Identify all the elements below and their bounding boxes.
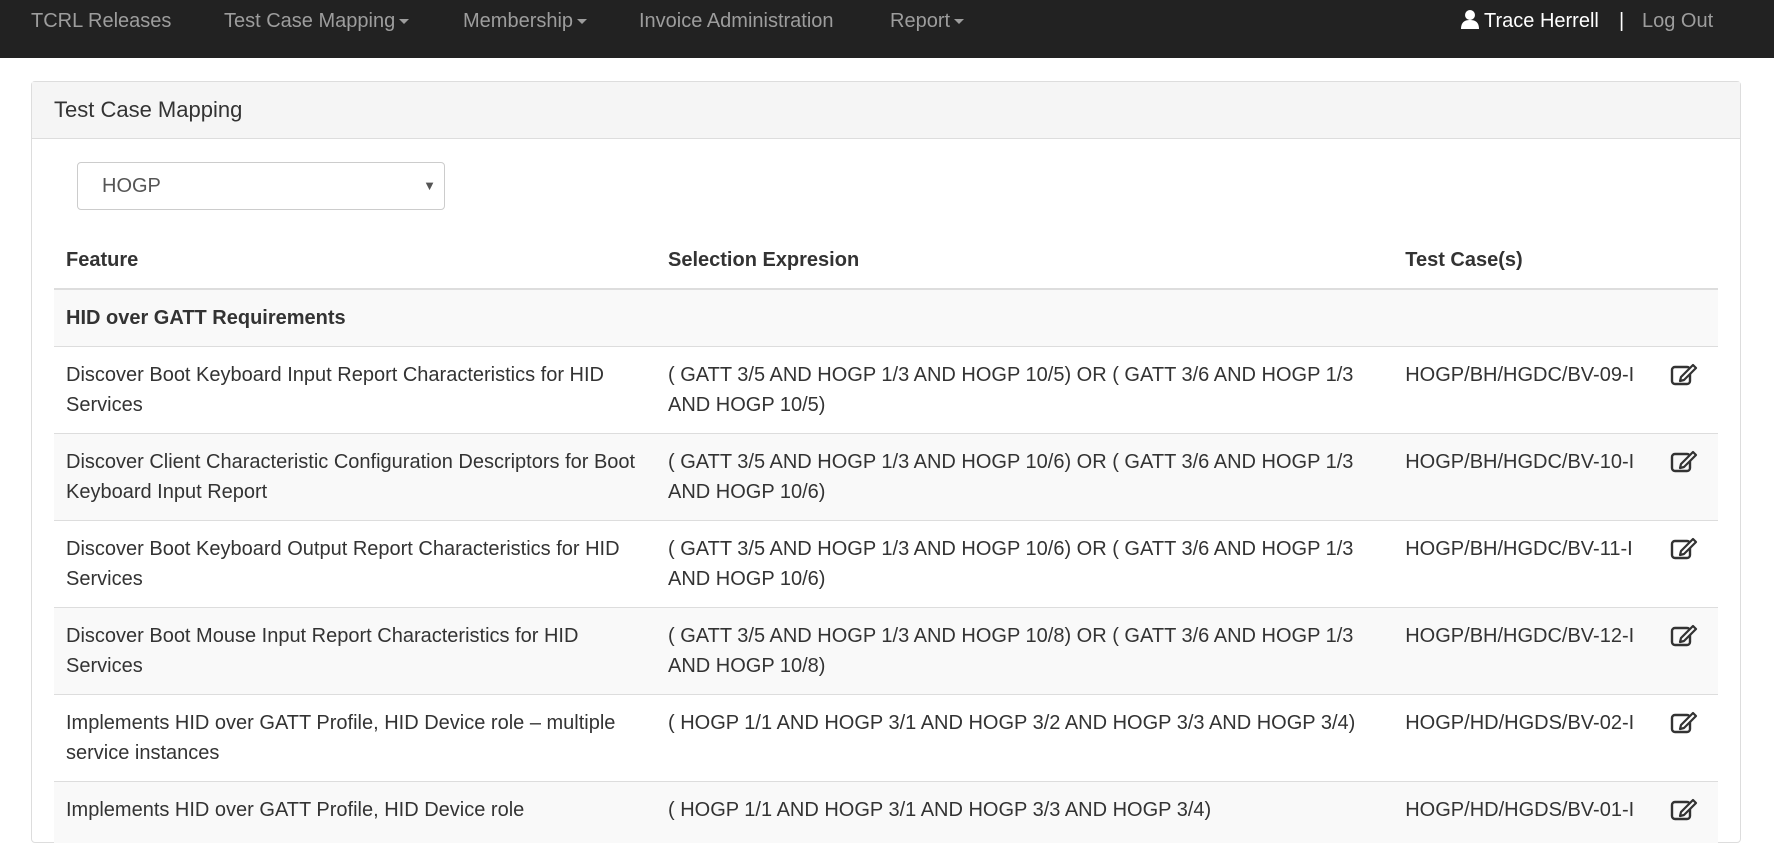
table-row: Implements HID over GATT Profile, HID De… [54, 695, 1718, 782]
expression-cell: ( GATT 3/5 AND HOGP 1/3 AND HOGP 10/8) O… [656, 608, 1393, 695]
test-case-cell: HOGP/BH/HGDC/BV-10-I [1393, 434, 1649, 521]
test-case-cell: HOGP/HD/HGDS/BV-02-I [1393, 695, 1649, 782]
action-cell [1649, 608, 1718, 695]
caret-down-icon [954, 19, 964, 24]
feature-cell: Implements HID over GATT Profile, HID De… [54, 782, 656, 843]
table-row: Discover Boot Keyboard Input Report Char… [54, 347, 1718, 434]
edit-icon[interactable] [1670, 623, 1698, 647]
table-row: Discover Boot Keyboard Output Report Cha… [54, 521, 1718, 608]
panel-title: Test Case Mapping [32, 82, 1740, 139]
expression-cell: ( GATT 3/5 AND HOGP 1/3 AND HOGP 10/5) O… [656, 347, 1393, 434]
mapping-table: Feature Selection Expresion Test Case(s)… [54, 232, 1718, 843]
edit-icon[interactable] [1670, 449, 1698, 473]
profile-select[interactable]: HOGP ▼ [77, 162, 445, 210]
action-cell [1649, 695, 1718, 782]
edit-icon[interactable] [1670, 710, 1698, 734]
nav-test-case-mapping[interactable]: Test Case Mapping [224, 0, 409, 42]
current-user[interactable]: Trace Herrell [1460, 0, 1599, 42]
feature-cell: Discover Client Characteristic Configura… [54, 434, 656, 521]
group-label: HID over GATT Requirements [54, 289, 1718, 347]
logout-link[interactable]: Log Out [1642, 0, 1713, 42]
feature-cell: Discover Boot Keyboard Output Report Cha… [54, 521, 656, 608]
test-case-cell: HOGP/BH/HGDC/BV-12-I [1393, 608, 1649, 695]
table-row: Discover Boot Mouse Input Report Charact… [54, 608, 1718, 695]
user-icon [1460, 9, 1480, 29]
header-feature: Feature [54, 232, 656, 289]
nav-separator: | [1619, 0, 1624, 42]
edit-icon[interactable] [1670, 362, 1698, 386]
nav-report[interactable]: Report [890, 0, 964, 42]
action-cell [1649, 347, 1718, 434]
mapping-panel: Test Case Mapping HOGP ▼ Feature Selecti… [31, 81, 1741, 843]
action-cell [1649, 434, 1718, 521]
test-case-cell: HOGP/BH/HGDC/BV-09-I [1393, 347, 1649, 434]
header-selection-expression: Selection Expresion [656, 232, 1393, 289]
feature-cell: Implements HID over GATT Profile, HID De… [54, 695, 656, 782]
test-case-cell: HOGP/HD/HGDS/BV-01-I [1393, 782, 1649, 843]
caret-down-icon [399, 19, 409, 24]
action-cell [1649, 521, 1718, 608]
action-cell [1649, 782, 1718, 843]
nav-invoice-administration[interactable]: Invoice Administration [639, 0, 834, 42]
edit-icon[interactable] [1670, 797, 1698, 821]
expression-cell: ( GATT 3/5 AND HOGP 1/3 AND HOGP 10/6) O… [656, 434, 1393, 521]
test-case-cell: HOGP/BH/HGDC/BV-11-I [1393, 521, 1649, 608]
top-navbar: TCRL Releases Test Case Mapping Membersh… [0, 0, 1774, 58]
header-test-cases: Test Case(s) [1393, 232, 1649, 289]
group-row: HID over GATT Requirements [54, 289, 1718, 347]
profile-select-value: HOGP [102, 175, 161, 197]
caret-down-icon [577, 19, 587, 24]
user-name: Trace Herrell [1484, 10, 1599, 32]
feature-cell: Discover Boot Keyboard Input Report Char… [54, 347, 656, 434]
edit-icon[interactable] [1670, 536, 1698, 560]
table-row: Discover Client Characteristic Configura… [54, 434, 1718, 521]
expression-cell: ( GATT 3/5 AND HOGP 1/3 AND HOGP 10/6) O… [656, 521, 1393, 608]
nav-membership-label: Membership [463, 10, 573, 32]
header-actions [1649, 232, 1718, 289]
nav-tcrl-releases[interactable]: TCRL Releases [31, 0, 171, 42]
nav-report-label: Report [890, 10, 950, 32]
table-row: Implements HID over GATT Profile, HID De… [54, 782, 1718, 843]
nav-membership[interactable]: Membership [463, 0, 587, 42]
nav-test-case-mapping-label: Test Case Mapping [224, 10, 395, 32]
feature-cell: Discover Boot Mouse Input Report Charact… [54, 608, 656, 695]
expression-cell: ( HOGP 1/1 AND HOGP 3/1 AND HOGP 3/3 AND… [656, 782, 1393, 843]
dropdown-arrow-icon: ▼ [423, 163, 436, 209]
expression-cell: ( HOGP 1/1 AND HOGP 3/1 AND HOGP 3/2 AND… [656, 695, 1393, 782]
table-header-row: Feature Selection Expresion Test Case(s) [54, 232, 1718, 289]
